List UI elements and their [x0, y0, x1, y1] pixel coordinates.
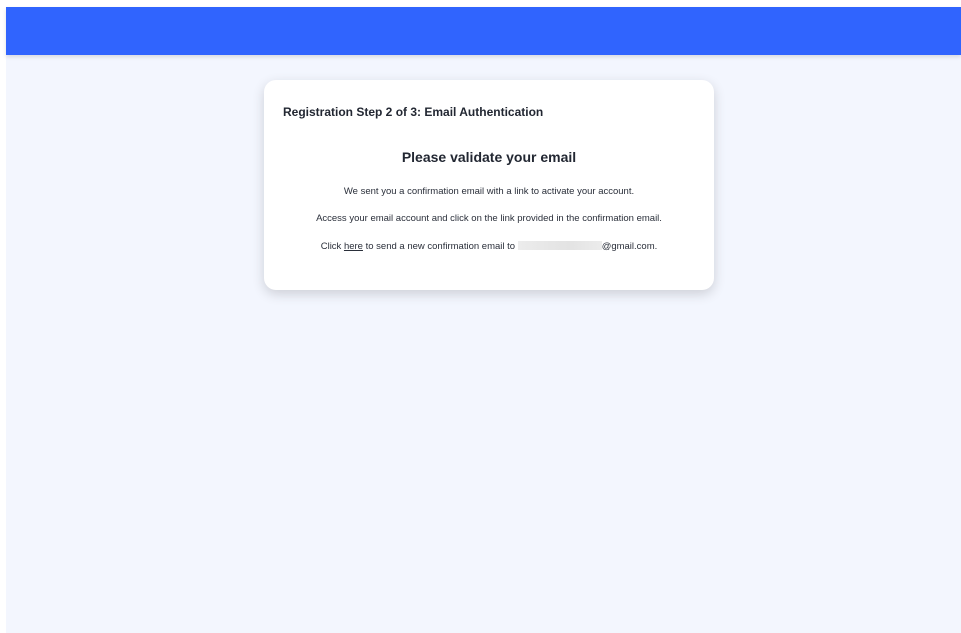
validate-email-heading: Please validate your email: [401, 149, 577, 165]
page-background: Registration Step 2 of 3: Email Authenti…: [6, 7, 961, 633]
confirmation-sent-text: We sent you a confirmation email with a …: [343, 186, 635, 197]
redacted-email-username: [517, 241, 602, 250]
resend-middle-text: to send a new confirmation email to: [362, 241, 518, 252]
email-validation-card: Registration Step 2 of 3: Email Authenti…: [264, 80, 714, 290]
instruction-text: Access your email account and click on t…: [316, 213, 662, 224]
top-header-bar: [6, 7, 961, 55]
resend-confirmation-text: Click here to send a new confirmation em…: [264, 241, 714, 252]
resend-here-link[interactable]: here: [344, 241, 363, 252]
email-domain-text: @gmail.com.: [601, 241, 658, 252]
registration-step-title: Registration Step 2 of 3: Email Authenti…: [283, 105, 544, 119]
resend-prefix-text: Click: [320, 241, 344, 252]
